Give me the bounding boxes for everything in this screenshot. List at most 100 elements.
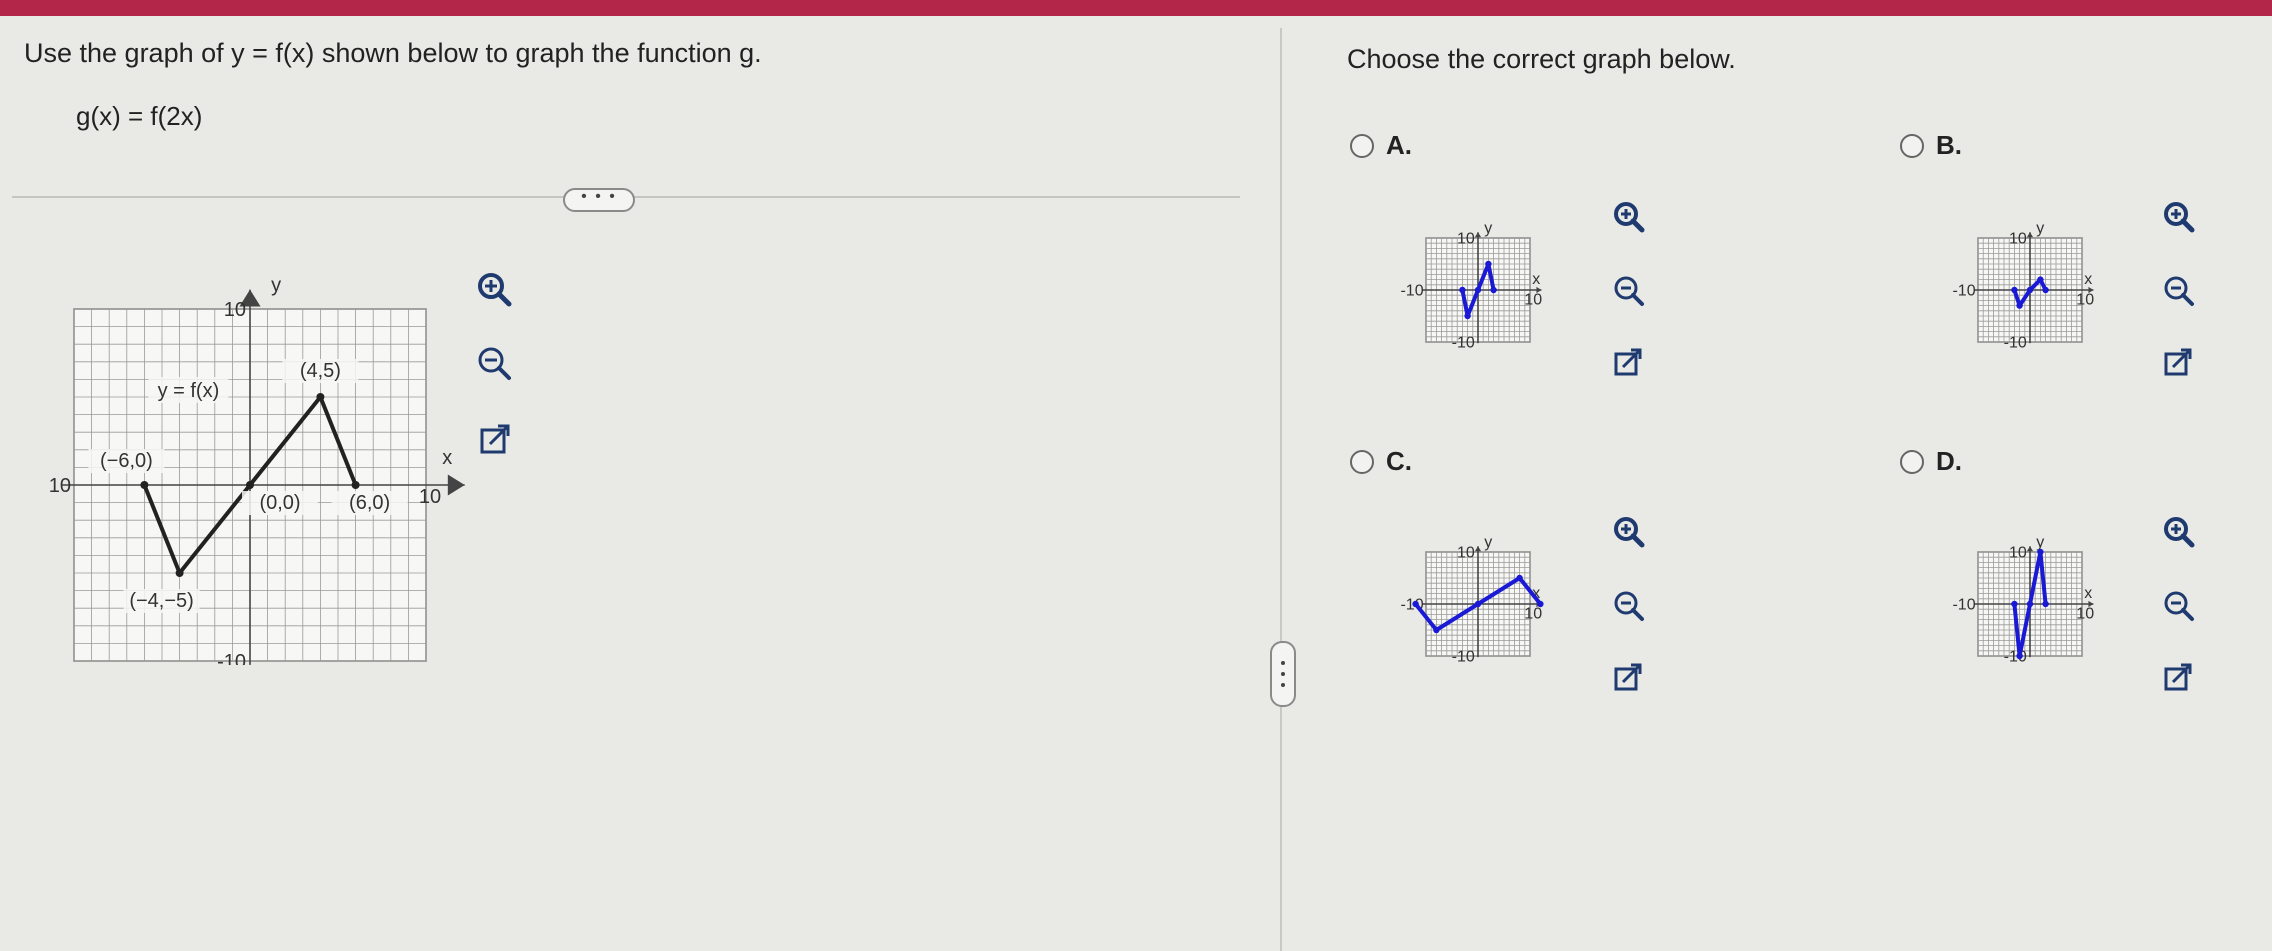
option-d[interactable]: D. xyxy=(1900,446,1962,477)
point-label: (0,0) xyxy=(259,492,300,514)
x-tick-label-pos: 10 xyxy=(1524,291,1542,308)
option-a-graph: x y -10 10 10 -10 xyxy=(1400,220,1542,352)
option-a[interactable]: A. xyxy=(1350,130,1412,161)
x-axis-label: x xyxy=(442,447,452,469)
curve-point xyxy=(175,569,184,577)
curve-point xyxy=(316,393,325,401)
x-tick-label-pos: 10 xyxy=(2076,291,2094,308)
y-axis-label: y xyxy=(2036,220,2044,237)
zoom-out-icon[interactable] xyxy=(2160,272,2198,310)
x-tick-label-neg: -10 xyxy=(1952,283,1975,300)
option-a-label: A. xyxy=(1386,130,1412,160)
zoom-in-icon[interactable] xyxy=(1610,198,1648,236)
curve-point xyxy=(2037,276,2044,283)
option-c-label: C. xyxy=(1386,446,1412,476)
open-external-icon[interactable] xyxy=(1610,346,1648,384)
point-label: (−6,0) xyxy=(100,450,153,472)
curve-point xyxy=(2011,600,2018,608)
answer-prompt: Choose the correct graph below. xyxy=(1347,44,1736,74)
y-tick-label-neg: -10 xyxy=(2004,335,2027,352)
curve-point xyxy=(1474,286,1482,294)
curve-point xyxy=(2026,286,2034,294)
vertical-divider xyxy=(1280,28,1282,951)
option-d-radio[interactable] xyxy=(1900,449,1924,474)
y-axis-label: y xyxy=(1484,220,1492,237)
y-tick-label-neg: -10 xyxy=(2004,649,2027,666)
curve-point xyxy=(2011,286,2018,294)
zoom-in-icon[interactable] xyxy=(2160,198,2198,236)
curve-point xyxy=(1433,626,1440,634)
curve-point xyxy=(1464,312,1471,320)
x-axis-label: x xyxy=(1532,271,1540,288)
y-axis-arrow xyxy=(2026,232,2034,238)
option-b-radio[interactable] xyxy=(1900,133,1924,158)
x-tick-label-neg: -10 xyxy=(1952,597,1975,614)
curve-point xyxy=(1412,600,1419,608)
option-a-radio[interactable] xyxy=(1350,133,1374,158)
curve-point xyxy=(246,481,254,489)
zoom-out-icon[interactable] xyxy=(474,343,516,385)
zoom-in-icon[interactable] xyxy=(2160,513,2198,551)
curve-point xyxy=(351,481,360,489)
y-tick-label-pos: 10 xyxy=(224,299,246,321)
y-tick-label-neg: -10 xyxy=(217,651,246,665)
open-external-icon[interactable] xyxy=(2160,346,2198,384)
curve-point xyxy=(2026,600,2034,608)
y-axis-label: y xyxy=(1484,534,1492,551)
curve-label: y = f(x) xyxy=(158,380,220,402)
open-external-icon[interactable] xyxy=(2160,661,2198,699)
curve-point xyxy=(2042,600,2049,608)
zoom-in-icon[interactable] xyxy=(1610,513,1648,551)
main-graph: x y -10 10 10 -10 (−6,0) (−4,−5) (0,0) (4,5) (6,0)… xyxy=(50,275,465,665)
y-tick-label-pos: 10 xyxy=(2009,231,2027,248)
open-external-icon[interactable] xyxy=(476,422,514,460)
point-label: (6,0) xyxy=(349,492,390,514)
zoom-out-icon[interactable] xyxy=(2160,587,2198,625)
y-axis-label: y xyxy=(2036,534,2044,551)
function-definition: g(x) = f(2x) xyxy=(76,101,203,131)
option-c-graph: xy-101010-10 xyxy=(1400,534,1544,666)
x-axis-label: x xyxy=(2084,585,2092,602)
x-axis-arrow xyxy=(447,474,465,496)
expand-more-button[interactable]: • • • xyxy=(563,188,635,212)
curve-point xyxy=(2037,548,2044,556)
option-b[interactable]: B. xyxy=(1900,130,1962,161)
x-tick-label-neg: -10 xyxy=(50,475,71,497)
option-c[interactable]: C. xyxy=(1350,446,1412,477)
y-tick-label-pos: 10 xyxy=(2009,545,2027,562)
y-tick-label-pos: 10 xyxy=(1457,545,1475,562)
option-d-graph: x y -10 10 10 -10 xyxy=(1952,534,2094,666)
y-axis-arrow xyxy=(1474,232,1482,238)
curve-point xyxy=(2016,652,2023,660)
question-prompt: Use the graph of y = f(x) shown below to… xyxy=(24,38,762,68)
curve-point xyxy=(1516,574,1523,582)
expand-panel-button[interactable] xyxy=(1270,641,1296,707)
y-axis-arrow xyxy=(1474,546,1482,552)
curve-point xyxy=(1485,260,1492,268)
y-tick-label-neg: -10 xyxy=(1452,335,1475,352)
y-axis-arrow xyxy=(2026,546,2034,552)
y-tick-label-pos: 10 xyxy=(1457,231,1475,248)
point-label: (4,5) xyxy=(300,360,341,382)
curve-point xyxy=(1537,600,1544,608)
option-c-radio[interactable] xyxy=(1350,449,1374,474)
curve-point xyxy=(1490,286,1497,294)
zoom-out-icon[interactable] xyxy=(1610,272,1648,310)
curve-point xyxy=(2016,302,2023,309)
x-axis-label: x xyxy=(2084,271,2092,288)
curve-point xyxy=(2042,286,2049,294)
x-tick-label-pos: 10 xyxy=(1524,605,1542,622)
x-tick-label-neg: -10 xyxy=(1400,283,1423,300)
curve-point xyxy=(140,481,149,489)
zoom-in-icon[interactable] xyxy=(474,269,516,311)
y-tick-label-neg: -10 xyxy=(1452,649,1475,666)
open-external-icon[interactable] xyxy=(1610,661,1648,699)
zoom-out-icon[interactable] xyxy=(1610,587,1648,625)
option-d-label: D. xyxy=(1936,446,1962,476)
option-b-label: B. xyxy=(1936,130,1962,160)
y-axis-label: y xyxy=(271,275,281,297)
x-tick-label-pos: 10 xyxy=(419,486,441,508)
curve-point xyxy=(1474,600,1482,608)
x-tick-label-pos: 10 xyxy=(2076,605,2094,622)
curve-point xyxy=(1459,286,1466,294)
